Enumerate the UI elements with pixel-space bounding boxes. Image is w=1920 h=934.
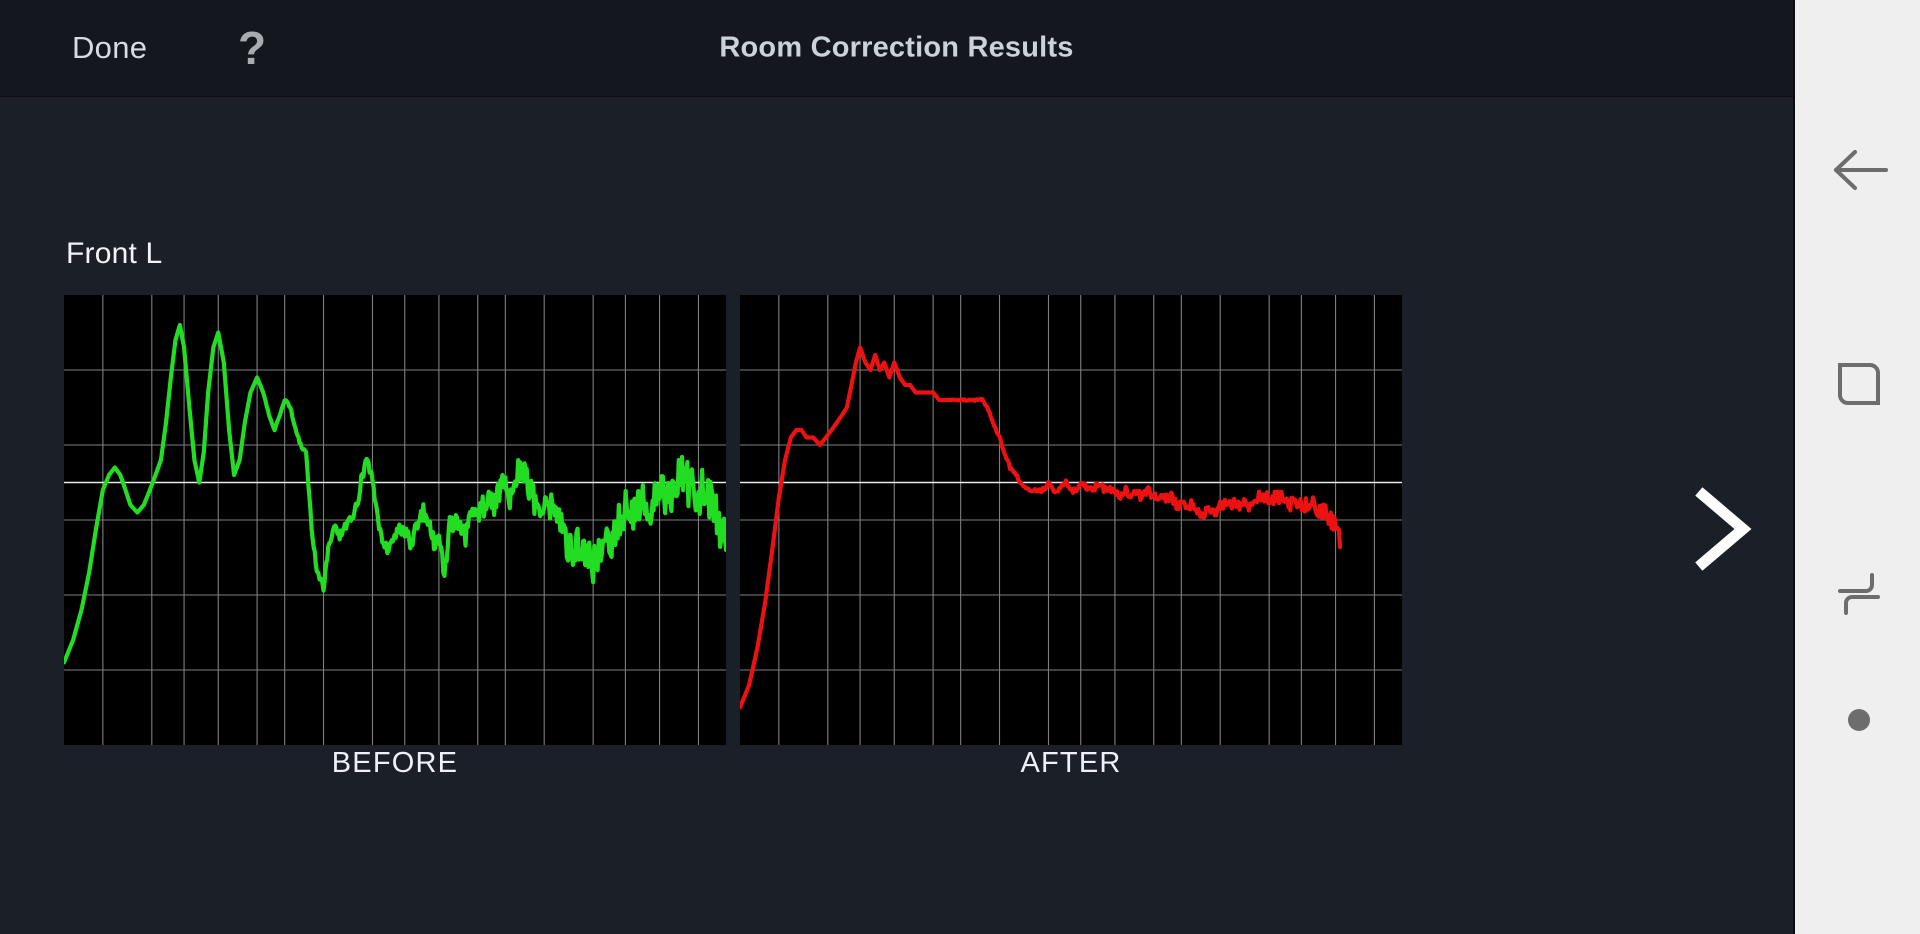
android-navigation-bar [1793, 0, 1920, 934]
chart-caption-after: AFTER [1020, 747, 1122, 779]
nav-recents-button[interactable] [1795, 552, 1920, 636]
app-window: Done ? Room Correction Results Front L B… [0, 0, 1793, 934]
chart-caption-before: BEFORE [331, 747, 459, 779]
square-home-icon [1837, 363, 1880, 405]
app-header: Done ? Room Correction Results [0, 0, 1793, 97]
chevron-right-icon[interactable] [1691, 487, 1755, 571]
chart-after [740, 295, 1402, 745]
content-area: Front L BEFORE AFTER [0, 97, 1793, 934]
chart-after-svg [740, 295, 1402, 745]
app-root: Done ? Room Correction Results Front L B… [0, 0, 1920, 934]
charts-container [0, 295, 1793, 745]
nav-indicator-dot[interactable] [1795, 678, 1920, 762]
nav-back-button[interactable] [1795, 128, 1920, 212]
channel-label: Front L [66, 237, 163, 270]
recents-icon [1837, 573, 1880, 615]
page-title: Room Correction Results [719, 31, 1074, 64]
chart-before-svg [64, 295, 726, 745]
arrow-left-icon [1833, 150, 1888, 190]
dot-indicator-icon [1847, 709, 1870, 731]
chart-before [64, 295, 726, 745]
nav-home-button[interactable] [1795, 342, 1920, 426]
